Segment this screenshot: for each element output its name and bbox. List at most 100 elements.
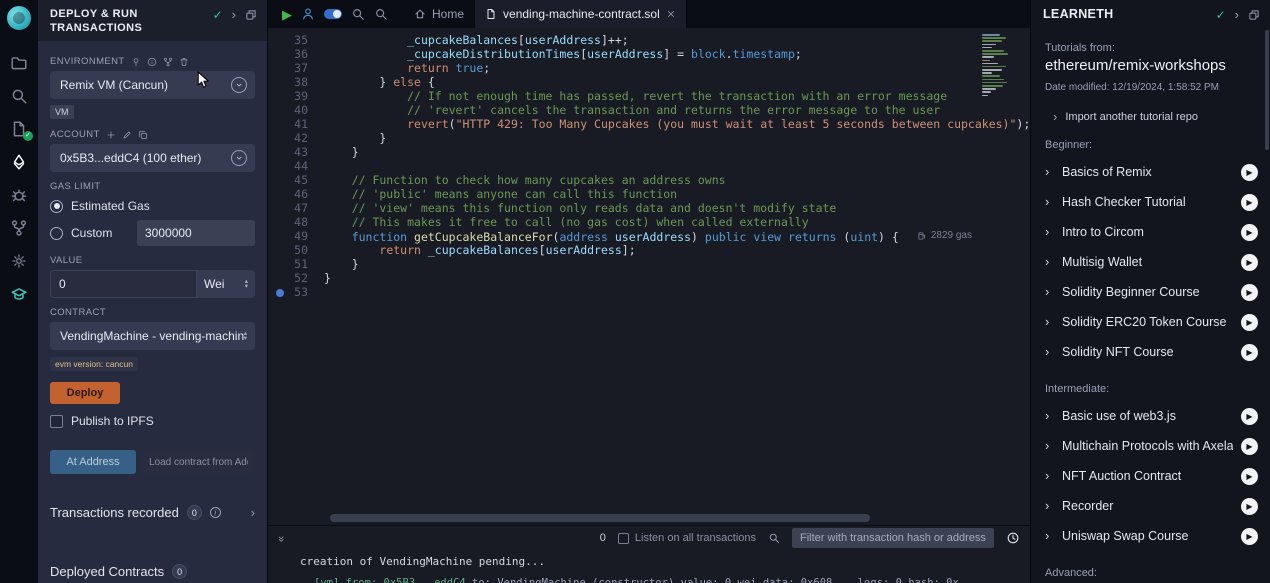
tab-vending-machine-contract[interactable]: vending-machine-contract.sol <box>475 0 687 28</box>
import-tutorial-repo[interactable]: › Import another tutorial repo <box>1045 111 1258 123</box>
breakpoint-dot[interactable] <box>276 289 284 297</box>
code-line[interactable]: 42 } <box>268 131 1030 145</box>
transactions-recorded-row[interactable]: Transactions recorded 0 i › <box>38 492 267 533</box>
info-icon[interactable] <box>147 57 157 67</box>
collapse-terminal-icon[interactable]: » <box>278 531 284 545</box>
play-tutorial-icon[interactable]: ▶ <box>1241 284 1258 301</box>
play-tutorial-icon[interactable]: ▶ <box>1241 254 1258 271</box>
at-address-input[interactable] <box>142 450 255 474</box>
publish-to-ipfs-option[interactable]: Publish to IPFS <box>50 414 255 428</box>
code-line[interactable]: 46 // 'public' means anyone can call thi… <box>268 187 1030 201</box>
environment-select[interactable]: Remix VM (Cancun) › <box>50 71 255 99</box>
code-line[interactable]: 53 <box>268 285 1030 299</box>
debugger-icon[interactable] <box>0 178 38 211</box>
code-line[interactable]: 52} <box>268 271 1030 285</box>
tutorial-item[interactable]: ›Solidity Beginner Course▶ <box>1045 277 1258 307</box>
code-line[interactable]: 43 } <box>268 145 1030 159</box>
code-line[interactable]: 47 // 'view' means this function only re… <box>268 201 1030 215</box>
code-line[interactable]: 44 <box>268 159 1030 173</box>
copy-account-icon[interactable] <box>138 130 148 140</box>
sign-message-icon[interactable] <box>122 130 132 140</box>
popout-window-icon[interactable] <box>1248 9 1260 21</box>
code-editor[interactable]: 35 _cupcakeBalances[userAddress]++;36 _c… <box>268 28 1030 525</box>
remix-logo-icon[interactable] <box>7 6 31 30</box>
play-tutorial-icon[interactable]: ▶ <box>1241 498 1258 515</box>
info-icon[interactable]: i <box>210 507 221 518</box>
code-line[interactable]: 40 // 'revert' cancels the transaction a… <box>268 103 1030 117</box>
pending-transactions-icon[interactable] <box>1006 531 1020 545</box>
add-account-icon[interactable] <box>106 130 116 140</box>
run-script-icon[interactable]: ▶ <box>282 8 292 21</box>
value-input[interactable] <box>50 270 197 298</box>
deploy-and-run-icon[interactable] <box>0 145 38 178</box>
contract-select[interactable]: VendingMachine - vending-machine-contrac… <box>50 322 255 350</box>
transaction-filter-input[interactable] <box>792 528 994 548</box>
code-line[interactable]: 49 function getCupcakeBalanceFor(address… <box>268 229 1030 243</box>
custom-gas-option[interactable]: Custom <box>50 220 255 246</box>
account-select[interactable]: 0x5B3...eddC4 (100 ether) › <box>50 144 255 172</box>
estimated-gas-radio[interactable] <box>50 200 63 213</box>
custom-gas-input[interactable] <box>137 220 255 246</box>
learneth-plugin-icon[interactable] <box>0 277 38 310</box>
tutorial-item[interactable]: ›Multichain Protocols with Axelar▶ <box>1045 431 1258 461</box>
code-line[interactable]: 35 _cupcakeBalances[userAddress]++; <box>268 33 1030 47</box>
code-line[interactable]: 41 revert("HTTP 429: Too Many Cupcakes (… <box>268 117 1030 131</box>
horizontal-scrollbar[interactable] <box>330 514 870 522</box>
play-tutorial-icon[interactable]: ▶ <box>1241 224 1258 241</box>
play-tutorial-icon[interactable]: ▶ <box>1241 528 1258 545</box>
tutorial-item[interactable]: ›Uniswap Swap Course▶ <box>1045 521 1258 551</box>
deploy-button[interactable]: Deploy <box>50 382 120 404</box>
vertical-scrollbar[interactable] <box>1265 30 1269 150</box>
custom-gas-radio[interactable] <box>50 227 63 240</box>
chevron-right-icon[interactable]: › <box>251 507 255 519</box>
play-tutorial-icon[interactable]: ▶ <box>1241 468 1258 485</box>
tutorial-item[interactable]: ›Multisig Wallet▶ <box>1045 247 1258 277</box>
listen-all-transactions-option[interactable]: Listen on all transactions <box>618 532 756 544</box>
search-icon[interactable] <box>768 532 780 544</box>
delete-state-icon[interactable] <box>179 57 189 67</box>
publish-to-ipfs-checkbox[interactable] <box>50 415 63 428</box>
listen-checkbox[interactable] <box>618 533 629 544</box>
code-line[interactable]: 37 return true; <box>268 61 1030 75</box>
estimated-gas-option[interactable]: Estimated Gas <box>50 199 255 213</box>
ai-assistant-icon[interactable] <box>301 7 315 21</box>
settings-icon[interactable] <box>0 244 38 277</box>
code-line[interactable]: 50 return _cupcakeBalances[userAddress]; <box>268 243 1030 257</box>
play-tutorial-icon[interactable]: ▶ <box>1241 438 1258 455</box>
code-line[interactable]: 38 } else { <box>268 75 1030 89</box>
search-icon[interactable] <box>0 79 38 112</box>
tutorial-item[interactable]: ›Solidity NFT Course▶ <box>1045 337 1258 367</box>
play-tutorial-icon[interactable]: ▶ <box>1241 164 1258 181</box>
tutorial-item[interactable]: ›NFT Auction Contract▶ <box>1045 461 1258 491</box>
code-line[interactable]: 51 } <box>268 257 1030 271</box>
fork-state-icon[interactable] <box>163 57 173 67</box>
code-line[interactable]: 36 _cupcakeDistributionTimes[userAddress… <box>268 47 1030 61</box>
chevron-right-icon[interactable]: › <box>232 9 236 21</box>
popout-window-icon[interactable] <box>245 9 257 21</box>
tutorial-item[interactable]: ›Solidity ERC20 Token Course▶ <box>1045 307 1258 337</box>
pin-icon[interactable] <box>131 57 141 67</box>
play-tutorial-icon[interactable]: ▶ <box>1241 194 1258 211</box>
code-line[interactable]: 45 // Function to check how many cupcake… <box>268 173 1030 187</box>
tab-home[interactable]: Home <box>404 0 475 28</box>
play-tutorial-icon[interactable]: ▶ <box>1241 408 1258 425</box>
tutorial-item[interactable]: ›Basic use of web3.js▶ <box>1045 401 1258 431</box>
close-tab-icon[interactable] <box>666 9 676 19</box>
tutorial-item[interactable]: ›Intro to Circom▶ <box>1045 217 1258 247</box>
file-explorer-icon[interactable] <box>0 46 38 79</box>
tutorial-item[interactable]: ›Basics of Remix▶ <box>1045 157 1258 187</box>
git-icon[interactable] <box>0 211 38 244</box>
zoom-out-icon[interactable] <box>374 7 388 21</box>
code-line[interactable]: 48 // This makes it free to call (no gas… <box>268 215 1030 229</box>
at-address-button[interactable]: At Address <box>50 450 136 474</box>
play-tutorial-icon[interactable]: ▶ <box>1241 314 1258 331</box>
value-unit-select[interactable]: Wei ▴▾ <box>197 270 255 298</box>
deployed-contracts-row[interactable]: Deployed Contracts 0 <box>38 551 267 583</box>
play-tutorial-icon[interactable]: ▶ <box>1241 344 1258 361</box>
minimap[interactable] <box>982 34 1016 134</box>
tutorial-item[interactable]: ›Hash Checker Tutorial▶ <box>1045 187 1258 217</box>
code-line[interactable]: 39 // If not enough time has passed, rev… <box>268 89 1030 103</box>
zoom-in-icon[interactable] <box>351 7 365 21</box>
transaction-summary-line[interactable]: [vm] from: 0x5B3...eddC4 to: VendingMach… <box>300 577 1030 583</box>
solidity-compiler-icon[interactable]: ✓ <box>0 112 38 145</box>
